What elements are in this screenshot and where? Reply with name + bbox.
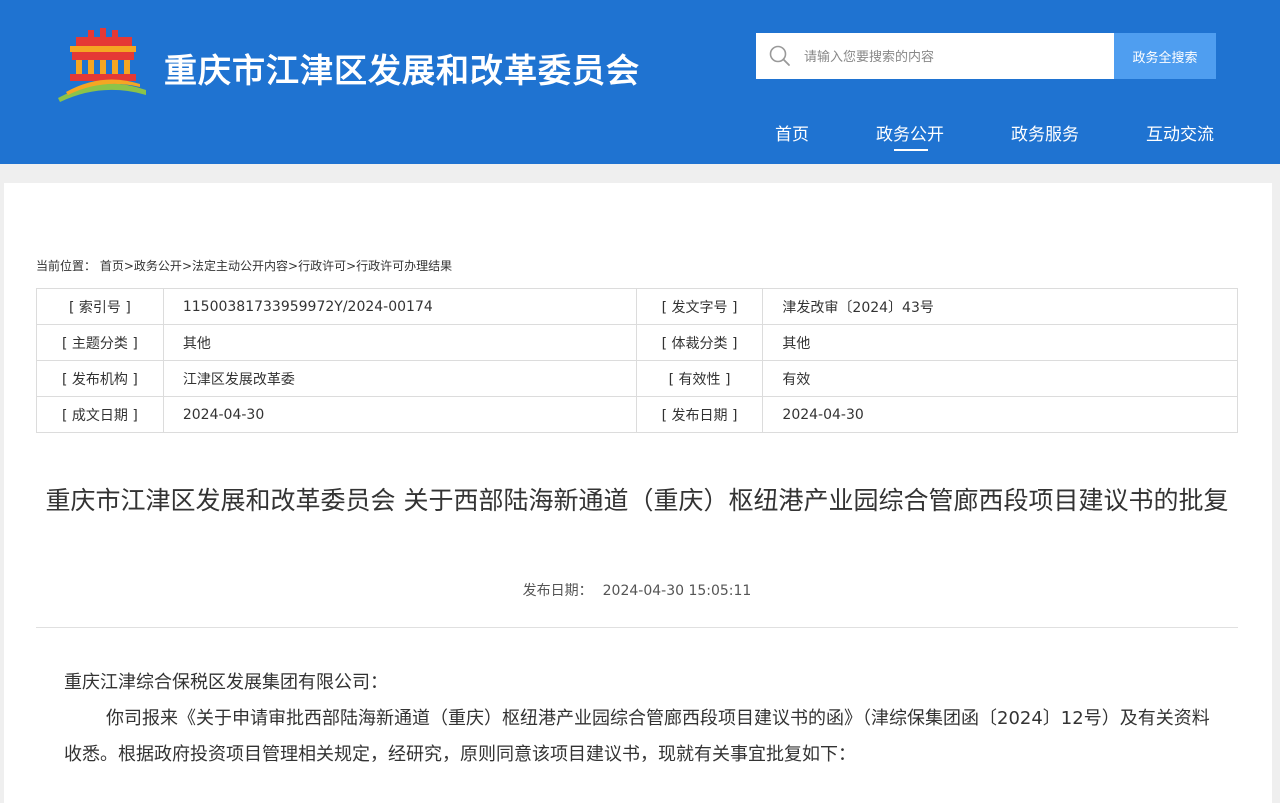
publish-date: 发布日期： 2024-04-30 15:05:11 bbox=[36, 580, 1238, 600]
nav-item-home[interactable]: 首页 bbox=[775, 120, 809, 145]
publish-date-label: 发布日期： bbox=[522, 583, 593, 599]
nav-item-gov-affairs[interactable]: 政务公开 bbox=[876, 120, 944, 145]
site-header: 重庆市江津区发展和改革委员会 政务全搜索 首页 政务公开 政务服务 互动交流 bbox=[0, 0, 1280, 164]
meta-value-genre: 其他 bbox=[762, 324, 1238, 361]
meta-value-publisher: 江津区发展改革委 bbox=[162, 360, 637, 397]
breadcrumb-separator: > bbox=[346, 259, 357, 273]
meta-label-publisher: [ 发布机构 ] bbox=[36, 360, 164, 397]
meta-label-written-date: [ 成文日期 ] bbox=[36, 396, 164, 433]
breadcrumb-item-licensing-results[interactable]: 行政许可办理结果 bbox=[356, 259, 452, 273]
nav-active-indicator bbox=[894, 149, 928, 151]
meta-label-validity: [ 有效性 ] bbox=[635, 360, 764, 397]
breadcrumb-prefix: 当前位置： bbox=[36, 259, 97, 273]
document-paragraph: 你司报来《关于申请审批西部陆海新通道（重庆）枢纽港产业园综合管廊西段项目建议书的… bbox=[64, 708, 1210, 765]
meta-label-publish-date: [ 发布日期 ] bbox=[635, 396, 764, 433]
nav-item-interaction[interactable]: 互动交流 bbox=[1146, 120, 1214, 145]
meta-value-validity: 有效 bbox=[762, 360, 1238, 397]
document-salutation: 重庆江津综合保税区发展集团有限公司： bbox=[64, 672, 388, 693]
meta-value-publish-date: 2024-04-30 bbox=[762, 396, 1238, 433]
search-button[interactable]: 政务全搜索 bbox=[1114, 33, 1216, 79]
meta-row: [ 主题分类 ] 其他 [ 体裁分类 ] 其他 bbox=[36, 324, 1238, 361]
breadcrumb: 当前位置： 首页>政务公开>法定主动公开内容>行政许可>行政许可办理结果 bbox=[36, 257, 452, 274]
nav-item-gov-services[interactable]: 政务服务 bbox=[1011, 120, 1079, 145]
search-box bbox=[756, 33, 1114, 81]
meta-value-doc-number: 津发改审〔2024〕43号 bbox=[762, 288, 1238, 325]
meta-label-genre: [ 体裁分类 ] bbox=[635, 324, 764, 361]
content-divider bbox=[36, 627, 1238, 628]
site-logo[interactable] bbox=[56, 28, 148, 104]
meta-value-index: 11500381733959972Y/2024-00174 bbox=[162, 288, 637, 325]
breadcrumb-item-licensing[interactable]: 行政许可 bbox=[298, 259, 346, 273]
site-title[interactable]: 重庆市江津区发展和改革委员会 bbox=[164, 44, 640, 92]
breadcrumb-separator: > bbox=[288, 259, 299, 273]
meta-label-doc-number: [ 发文字号 ] bbox=[635, 288, 764, 325]
main-content: 当前位置： 首页>政务公开>法定主动公开内容>行政许可>行政许可办理结果 [ 索… bbox=[4, 183, 1272, 803]
meta-label-index: [ 索引号 ] bbox=[36, 288, 164, 325]
breadcrumb-separator: > bbox=[181, 259, 192, 273]
search-icon bbox=[769, 45, 790, 66]
breadcrumb-item-statutory[interactable]: 法定主动公开内容 bbox=[192, 259, 288, 273]
meta-row: [ 发布机构 ] 江津区发展改革委 [ 有效性 ] 有效 bbox=[36, 360, 1238, 397]
publish-date-value: 2024-04-30 15:05:11 bbox=[602, 583, 752, 599]
meta-label-topic: [ 主题分类 ] bbox=[36, 324, 164, 361]
main-nav: 首页 政务公开 政务服务 互动交流 bbox=[0, 120, 1280, 151]
breadcrumb-separator: > bbox=[123, 259, 134, 273]
document-meta-table: [ 索引号 ] 11500381733959972Y/2024-00174 [ … bbox=[36, 288, 1238, 433]
meta-row: [ 成文日期 ] 2024-04-30 [ 发布日期 ] 2024-04-30 bbox=[36, 396, 1238, 433]
meta-value-written-date: 2024-04-30 bbox=[162, 396, 637, 433]
breadcrumb-item-gov-affairs[interactable]: 政务公开 bbox=[134, 259, 182, 273]
document-title: 重庆市江津区发展和改革委员会 关于西部陆海新通道（重庆）枢纽港产业园综合管廊西段… bbox=[45, 486, 1229, 515]
breadcrumb-item-home[interactable]: 首页 bbox=[100, 259, 124, 273]
meta-value-topic: 其他 bbox=[162, 324, 637, 361]
search-input[interactable] bbox=[802, 33, 1106, 81]
meta-row: [ 索引号 ] 11500381733959972Y/2024-00174 [ … bbox=[36, 288, 1238, 325]
